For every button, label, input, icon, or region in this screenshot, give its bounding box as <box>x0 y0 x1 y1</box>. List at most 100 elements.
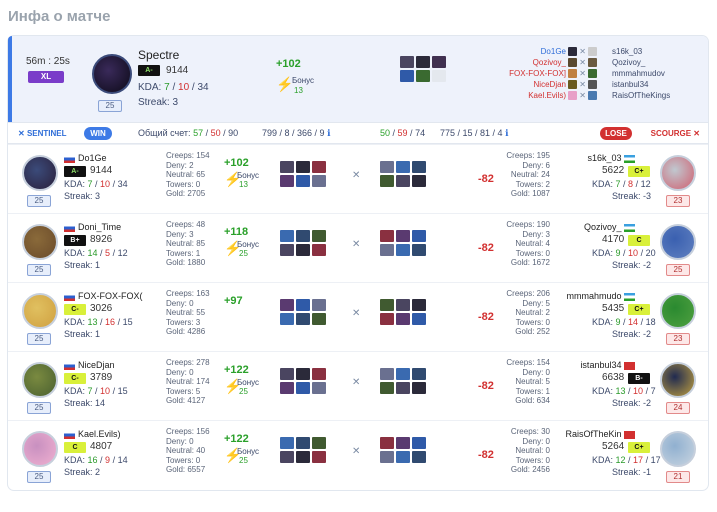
item-slot[interactable] <box>312 161 326 173</box>
item-slot[interactable] <box>280 244 294 256</box>
mvp-list-name[interactable]: Qozivoy_ <box>612 57 670 68</box>
hero-avatar[interactable] <box>660 224 696 260</box>
mvp-list-name[interactable]: FOX-FOX-FOX] <box>506 68 566 79</box>
item-slot[interactable] <box>412 230 426 242</box>
player-name[interactable]: FOX-FOX-FOX( <box>64 291 143 301</box>
item-slot[interactable] <box>296 175 310 187</box>
player-name[interactable]: istanbul34 <box>580 360 638 370</box>
item-slot[interactable] <box>396 244 410 256</box>
item-slot[interactable] <box>296 382 310 394</box>
item-slot[interactable] <box>280 230 294 242</box>
item-slot[interactable] <box>396 175 410 187</box>
item-slot[interactable] <box>312 313 326 325</box>
mvp-list-name[interactable]: s16k_03 <box>612 46 670 57</box>
item-slot[interactable] <box>280 437 294 449</box>
item-slot[interactable] <box>296 368 310 380</box>
item-slot[interactable] <box>312 451 326 463</box>
hero-avatar[interactable] <box>660 362 696 398</box>
item-slot[interactable] <box>296 451 310 463</box>
hero-avatar[interactable] <box>22 155 58 191</box>
item-slot[interactable] <box>296 230 310 242</box>
item-slot[interactable] <box>396 382 410 394</box>
hero-avatar[interactable] <box>660 431 696 467</box>
item-slot[interactable] <box>396 368 410 380</box>
item-slot[interactable] <box>312 382 326 394</box>
player-streak: Streak: 2 <box>64 467 101 477</box>
player-name[interactable]: Qozivoy_ <box>584 222 638 232</box>
rating-change: +102 <box>224 157 249 169</box>
item-slot[interactable] <box>380 161 394 173</box>
item-slot[interactable] <box>396 451 410 463</box>
item-slot[interactable] <box>416 56 430 68</box>
item-slot[interactable] <box>412 437 426 449</box>
item-slot[interactable] <box>380 368 394 380</box>
player-name[interactable]: NiceDjan <box>64 360 115 370</box>
item-slot[interactable] <box>280 313 294 325</box>
item-slot[interactable] <box>412 244 426 256</box>
hero-avatar[interactable] <box>22 293 58 329</box>
item-slot[interactable] <box>380 437 394 449</box>
item-slot[interactable] <box>312 175 326 187</box>
mvp-list-name[interactable]: Kael.Evils) <box>506 90 566 101</box>
item-slot[interactable] <box>296 313 310 325</box>
item-slot[interactable] <box>380 451 394 463</box>
item-slot[interactable] <box>412 299 426 311</box>
hero-avatar[interactable] <box>22 431 58 467</box>
item-slot[interactable] <box>296 161 310 173</box>
item-slot[interactable] <box>396 437 410 449</box>
item-slot[interactable] <box>412 175 426 187</box>
item-slot[interactable] <box>416 70 430 82</box>
item-slot[interactable] <box>280 382 294 394</box>
item-slot[interactable] <box>380 313 394 325</box>
mvp-list-name[interactable]: Do1Ge <box>506 46 566 57</box>
item-slot[interactable] <box>296 437 310 449</box>
player-name[interactable]: Kael.Evils) <box>64 429 121 439</box>
item-slot[interactable] <box>396 299 410 311</box>
item-slot[interactable] <box>280 368 294 380</box>
player-name[interactable]: RaisOfTheKin <box>565 429 638 439</box>
mvp-avatar[interactable] <box>92 54 132 94</box>
player-name[interactable]: s16k_03 <box>587 153 638 163</box>
stat-line: Gold: 1880 <box>166 258 206 267</box>
item-slot[interactable] <box>400 70 414 82</box>
hero-avatar[interactable] <box>22 224 58 260</box>
mvp-list-name[interactable]: RaisOfTheKings <box>612 90 670 101</box>
player-name[interactable]: Doni_Time <box>64 222 121 232</box>
mvp-list-name[interactable]: mmmahmudov <box>612 68 670 79</box>
item-slot[interactable] <box>312 230 326 242</box>
item-slot[interactable] <box>312 299 326 311</box>
mvp-name[interactable]: Spectre <box>138 48 179 62</box>
item-slot[interactable] <box>396 313 410 325</box>
mvp-list-name[interactable]: istanbul34 <box>612 79 670 90</box>
mvp-list-name[interactable]: NiceDjan <box>506 79 566 90</box>
item-slot[interactable] <box>380 175 394 187</box>
item-slot[interactable] <box>380 382 394 394</box>
item-slot[interactable] <box>380 244 394 256</box>
item-slot[interactable] <box>312 244 326 256</box>
item-slot[interactable] <box>380 230 394 242</box>
item-slot[interactable] <box>396 230 410 242</box>
hero-avatar[interactable] <box>660 293 696 329</box>
item-slot[interactable] <box>412 451 426 463</box>
item-slot[interactable] <box>412 313 426 325</box>
item-slot[interactable] <box>412 382 426 394</box>
player-name[interactable]: mmmahmudo <box>566 291 638 301</box>
hero-avatar[interactable] <box>660 155 696 191</box>
item-slot[interactable] <box>396 161 410 173</box>
item-slot[interactable] <box>400 56 414 68</box>
item-slot[interactable] <box>280 175 294 187</box>
item-slot[interactable] <box>312 368 326 380</box>
item-slot[interactable] <box>412 368 426 380</box>
item-slot[interactable] <box>296 299 310 311</box>
item-slot[interactable] <box>296 244 310 256</box>
item-slot[interactable] <box>432 56 446 68</box>
mvp-list-name[interactable]: Qozivoy_ <box>506 57 566 68</box>
item-slot[interactable] <box>412 161 426 173</box>
item-slot[interactable] <box>280 451 294 463</box>
item-slot[interactable] <box>312 437 326 449</box>
player-name[interactable]: Do1Ge <box>64 153 107 163</box>
item-slot[interactable] <box>280 161 294 173</box>
item-slot[interactable] <box>280 299 294 311</box>
item-slot[interactable] <box>380 299 394 311</box>
hero-avatar[interactable] <box>22 362 58 398</box>
